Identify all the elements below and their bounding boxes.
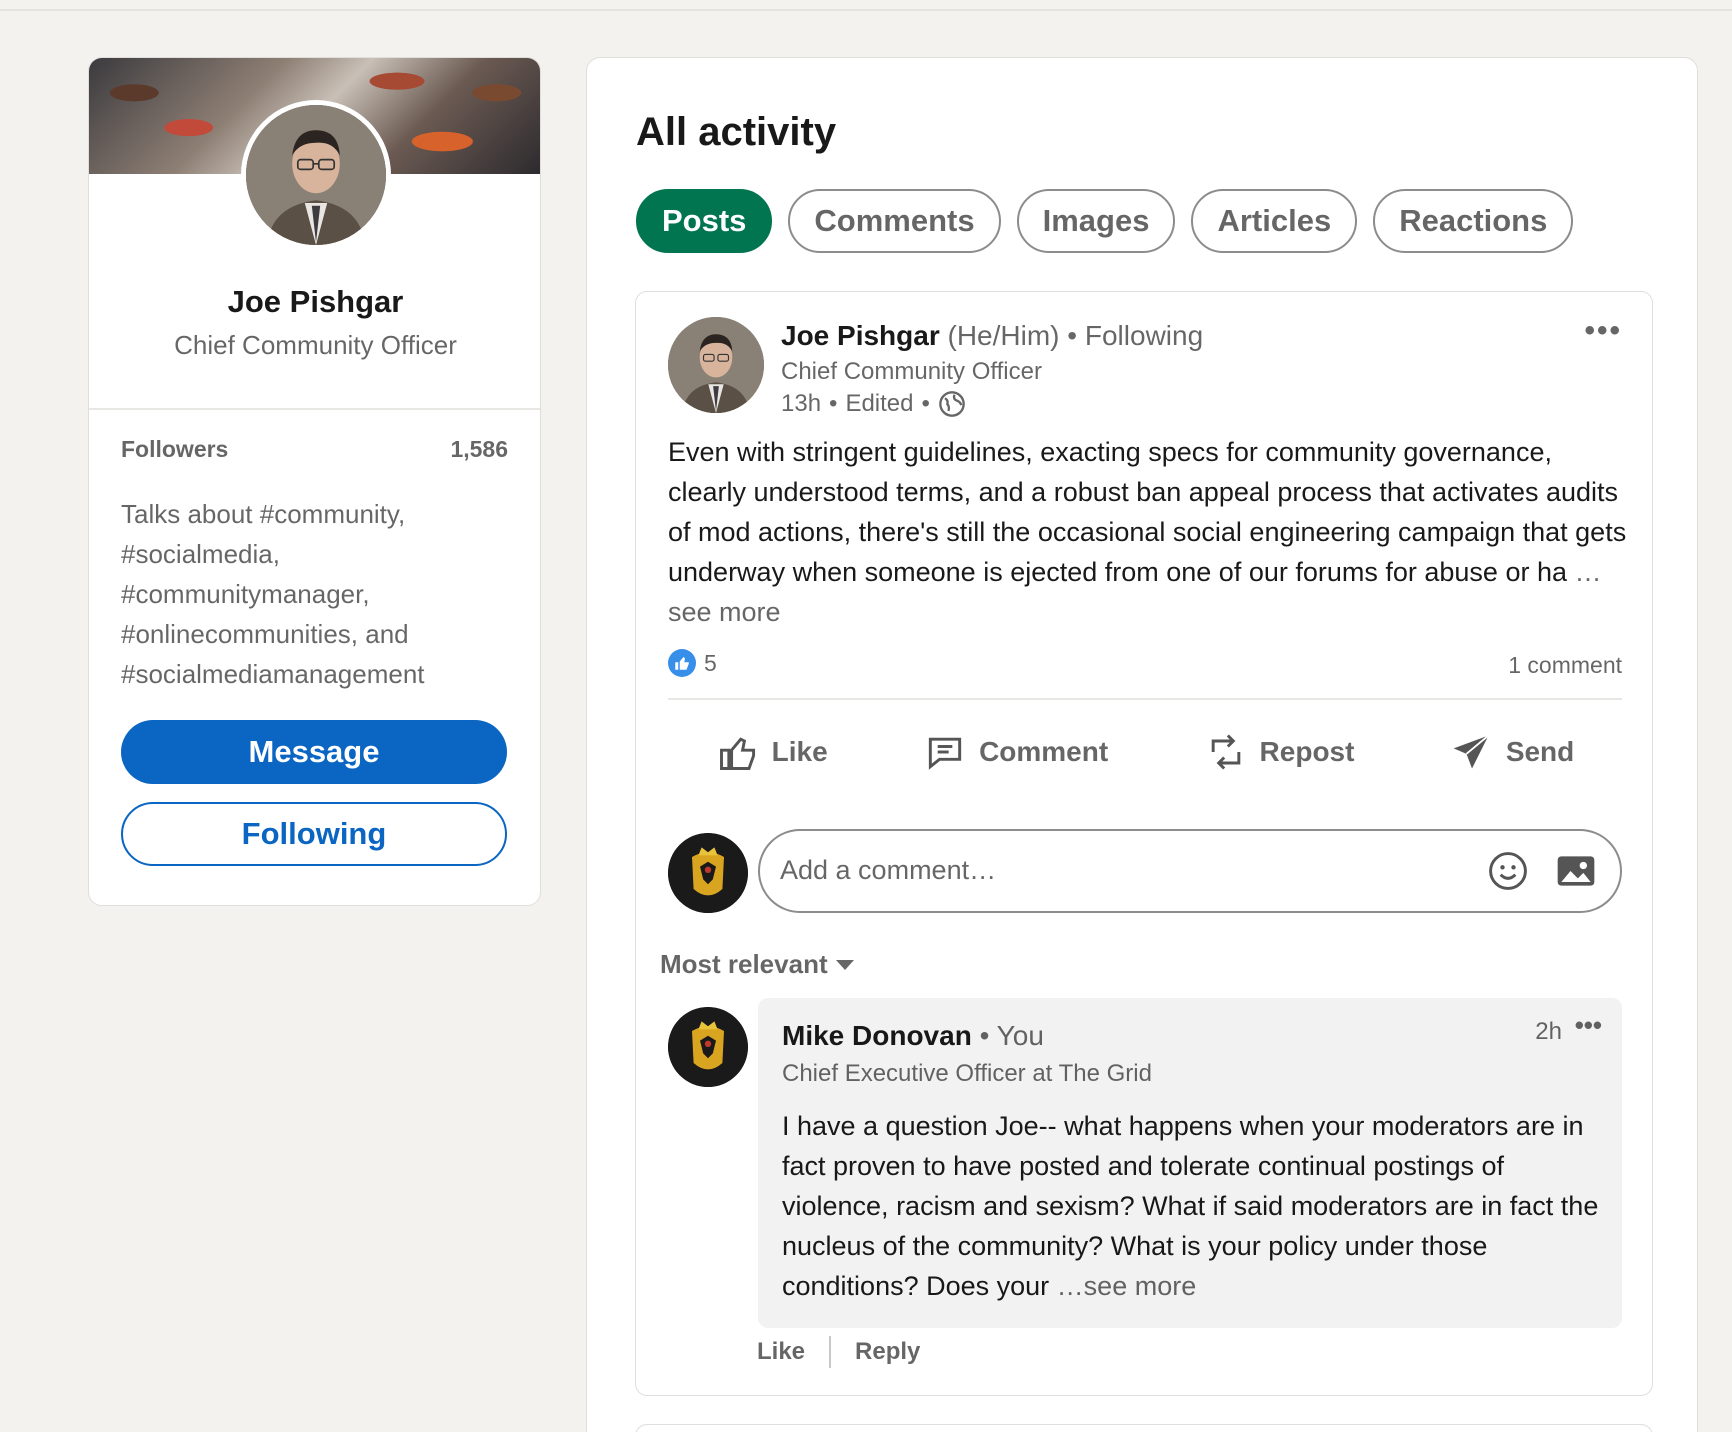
following-status: • Following [1067,320,1204,351]
followers-label: Followers [121,436,229,462]
divider [668,698,1622,700]
message-button[interactable]: Message [121,720,507,784]
post-time: 13h [781,390,822,417]
comment-label: Comment [979,736,1109,767]
tab-images[interactable]: Images [1016,189,1176,253]
post-author-pronouns: (He/Him) [947,320,1060,351]
comment-placeholder: Add a comment… [780,855,997,885]
more-icon[interactable]: ••• [1584,314,1622,348]
reactions-summary[interactable]: 5 [668,649,717,677]
post-author-headline: Chief Community Officer [781,358,1042,385]
comment-time: 2h [1535,1018,1562,1045]
meta-dot: • [829,390,838,417]
tab-articles[interactable]: Articles [1191,189,1358,253]
comment-you-badge: • You [979,1020,1044,1051]
comment-author-name[interactable]: Mike Donovan [782,1020,972,1051]
comment-reply-button[interactable]: Reply [855,1338,920,1366]
comment-actions: Like Reply [757,1336,920,1368]
profile-card: Joe Pishgar Chief Community Officer Foll… [88,57,541,906]
sort-comments-dropdown[interactable]: Most relevant [660,949,854,980]
post-card: Joe Pishgar (He/Him) • Following Chief C… [635,291,1653,1396]
sort-label: Most relevant [660,949,828,979]
top-bar-edge [0,0,1732,11]
tab-posts[interactable]: Posts [636,189,773,253]
divider [829,1336,832,1368]
comment-icon [928,737,962,770]
like-reaction-icon [668,649,696,677]
current-user-avatar[interactable] [668,833,748,913]
comment-button[interactable]: Comment [923,730,1108,774]
post-body: Even with stringent guidelines, exacting… [668,432,1628,632]
send-icon [1453,734,1489,769]
tab-comments[interactable]: Comments [788,189,1001,253]
repost-button[interactable]: Repost [1204,730,1355,774]
profile-name[interactable]: Joe Pishgar [89,284,540,320]
activity-title: All activity [636,110,837,154]
comment-bubble: Mike Donovan • You Chief Executive Offic… [758,998,1622,1328]
comment-more-icon[interactable]: ••• [1575,1010,1602,1041]
activity-panel: All activity Posts Comments Images Artic… [586,57,1698,1432]
comment-count[interactable]: 1 comment [1508,652,1622,679]
activity-tabs: Posts Comments Images Articles Reactions [636,189,1574,253]
comment-body: I have a question Joe-- what happens whe… [782,1106,1602,1306]
commenter-avatar[interactable] [668,1007,748,1087]
globe-icon [939,391,965,417]
send-label: Send [1505,736,1575,767]
comment-see-more-link[interactable]: …see more [1057,1271,1197,1301]
post-author-name[interactable]: Joe Pishgar [781,320,940,351]
next-post-card [635,1424,1653,1432]
post-author-avatar[interactable] [668,317,764,413]
profile-avatar[interactable] [241,100,391,250]
add-comment-field[interactable]: Add a comment… [758,829,1622,913]
post-text: Even with stringent guidelines, exacting… [668,437,1627,587]
send-button[interactable]: Send [1450,730,1574,774]
like-button[interactable]: Like [716,730,828,774]
like-icon [719,737,755,770]
profile-headline: Chief Community Officer [174,330,457,360]
post-meta: 13h • Edited • [781,390,966,418]
meta-dot: • [921,390,930,417]
following-button[interactable]: Following [121,802,507,866]
comment-author-line: Mike Donovan • You [782,1020,1044,1052]
emoji-icon[interactable] [1486,849,1530,893]
repost-icon [1211,734,1240,770]
tab-reactions[interactable]: Reactions [1373,189,1574,253]
divider [89,408,540,410]
talks-about: Talks about #community, #socialmedia, #c… [121,499,425,689]
post-edited: Edited [845,390,914,417]
comment-author-headline: Chief Executive Officer at The Grid [782,1060,1152,1087]
followers-count: 1,586 [450,436,508,462]
caret-down-icon [835,959,854,970]
repost-label: Repost [1259,736,1355,767]
reaction-count: 5 [704,649,717,676]
image-icon[interactable] [1554,849,1598,893]
like-label: Like [771,736,828,767]
post-author-line: Joe Pishgar (He/Him) • Following [781,320,1203,352]
post-actions: Like Comment Repost Send [668,712,1622,792]
comment-like-button[interactable]: Like [757,1338,805,1366]
